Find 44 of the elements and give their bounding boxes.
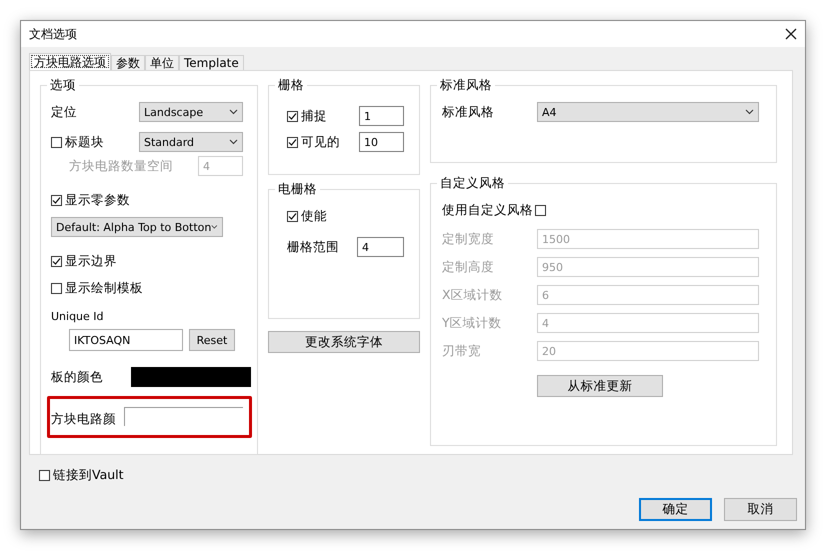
field-label: 定位 — [51, 104, 77, 120]
reset-button[interactable]: Reset — [189, 329, 235, 351]
dropdown[interactable]: Landscape — [139, 102, 243, 122]
checkbox-label: 链接到Vault — [53, 467, 124, 484]
field-label: 定制宽度 — [442, 230, 495, 248]
group-title: 自定义风格 — [437, 175, 508, 192]
tab[interactable]: Template — [179, 55, 244, 70]
field-label: 刃带宽 — [442, 342, 482, 360]
group-title: 标准风格 — [437, 77, 495, 94]
input-field[interactable]: 4 — [357, 237, 404, 257]
tab[interactable]: 方块电路选项 — [29, 53, 111, 70]
window-title: 文档选项 — [29, 26, 77, 42]
checkbox-label: 使能 — [301, 208, 327, 225]
field-label: Unique Id — [51, 310, 105, 323]
change-font-button[interactable]: 更改系统字体 — [268, 331, 420, 353]
field-label: 定制高度 — [442, 258, 495, 276]
input-field[interactable]: 10 — [359, 132, 404, 152]
update-from-standard-button[interactable]: 从标准更新 — [537, 375, 663, 397]
group-title: 栅格 — [275, 77, 307, 94]
group-title: 选项 — [47, 77, 79, 94]
tab[interactable]: 参数 — [111, 55, 145, 70]
field-label: 方块电路数量空间 — [69, 158, 173, 174]
input-field[interactable]: IKTOSAQN — [69, 329, 183, 351]
field-label: 标准风格 — [442, 104, 495, 120]
dropdown[interactable]: Default: Alpha Top to Botton — [51, 217, 223, 237]
input-field[interactable]: 1 — [359, 106, 404, 126]
field-label: 方块电路颜 — [51, 411, 116, 428]
cancel-button[interactable]: 取消 — [724, 498, 797, 521]
checkbox-label: 显示零参数 — [65, 192, 130, 209]
checkbox-label: 可见的 — [301, 134, 340, 150]
tab[interactable]: 单位 — [145, 55, 179, 70]
checkbox-label: 捕捉 — [301, 108, 327, 124]
checkbox-label: 标题块 — [65, 134, 104, 150]
field-label: X区域计数 — [442, 286, 504, 304]
dropdown[interactable]: Standard — [139, 132, 243, 152]
ok-button[interactable]: 确定 — [639, 498, 712, 521]
dropdown[interactable]: A4 — [537, 102, 759, 122]
field-label: 板的颜色 — [51, 368, 103, 386]
field-label: Y区域计数 — [442, 314, 503, 332]
checkbox-label: 显示绘制模板 — [65, 280, 143, 297]
checkbox-label: 显示边界 — [65, 253, 117, 270]
checkbox-label: 使用自定义风格 — [442, 202, 533, 219]
field-label: 栅格范围 — [287, 238, 340, 256]
group-title: 电栅格 — [275, 181, 320, 198]
